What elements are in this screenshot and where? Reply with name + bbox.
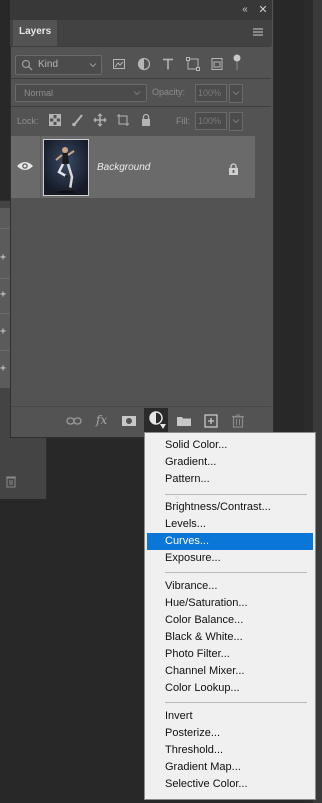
opacity-field[interactable]: 100% [195,84,227,102]
divider [11,78,271,79]
opacity-value: 100% [198,88,222,98]
menu-separator [165,494,307,495]
divider [11,46,271,47]
menu-item-exposure[interactable]: Exposure... [147,550,313,567]
panel-menu-icon[interactable] [252,26,264,38]
filter-smart-object-icon[interactable] [210,57,224,71]
background-panel-row-icon: + [0,327,7,337]
background-panel-divider [0,350,10,351]
filter-toggle-icon[interactable] [232,54,242,72]
filter-kind-select[interactable]: Kind [15,55,102,75]
menu-item-curves[interactable]: Curves... [147,533,313,550]
background-panel-row-icon: + [0,253,7,263]
chevron-down-icon [232,119,240,124]
menu-item-channel-mixer[interactable]: Channel Mixer... [147,663,313,680]
blend-mode-select[interactable]: Normal [15,84,147,102]
filter-shape-icon[interactable] [186,57,200,71]
chevron-down-icon [160,424,166,429]
panel-titlebar[interactable] [10,0,272,20]
lock-image-pixels-icon[interactable] [71,113,85,127]
fx-icon[interactable]: fx [96,412,107,428]
menu-item-gradient-map[interactable]: Gradient Map... [147,759,313,776]
menu-item-solid-color[interactable]: Solid Color... [147,437,313,454]
fill-field[interactable]: 100% [195,112,227,130]
fill-value: 100% [198,116,222,126]
mask-icon[interactable] [121,413,137,429]
lock-transparent-pixels-icon[interactable] [48,113,62,127]
lock-label: Lock: [17,116,39,126]
lock-all-icon[interactable] [139,113,153,127]
menu-item-black-white[interactable]: Black & White... [147,629,313,646]
menu-separator [165,572,307,573]
link-icon[interactable] [66,413,82,429]
new-layer-icon[interactable] [203,413,219,429]
menu-item-gradient[interactable]: Gradient... [147,454,313,471]
filter-kind-label: Kind [38,59,59,70]
lock-position-icon[interactable] [93,113,107,127]
menu-item-posterize[interactable]: Posterize... [147,725,313,742]
menu-item-color-lookup[interactable]: Color Lookup... [147,680,313,697]
chevron-down-icon [89,63,97,68]
athlete-thumbnail-image [44,140,88,195]
menu-item-photo-filter[interactable]: Photo Filter... [147,646,313,663]
adjustment-layer-menu: Solid Color... Gradient... Pattern... Br… [144,432,316,800]
close-panel-icon[interactable]: ✕ [256,3,270,17]
menu-item-color-balance[interactable]: Color Balance... [147,612,313,629]
chevron-down-icon [232,91,240,96]
menu-item-threshold[interactable]: Threshold... [147,742,313,759]
trash-icon[interactable] [4,474,18,488]
opacity-label: Opacity: [152,87,186,97]
menu-separator [165,702,307,703]
layer-thumbnail[interactable] [43,139,89,196]
background-panel-divider [0,228,10,229]
lock-icon [229,163,238,175]
trash-icon[interactable] [230,413,246,429]
menu-item-pattern[interactable]: Pattern... [147,471,313,488]
menu-item-invert[interactable]: Invert [147,708,313,725]
fill-slider-button[interactable] [229,112,243,131]
eye-icon[interactable] [16,160,34,172]
layer-name[interactable]: Background [97,162,150,174]
blend-mode-value: Normal [24,88,54,98]
menu-item-selective-color[interactable]: Selective Color... [147,776,313,793]
chevron-down-icon [133,91,141,96]
background-panel-divider [0,313,10,314]
background-panel-divider [0,278,10,279]
filter-pixel-icon[interactable] [112,57,126,71]
fill-label: Fill: [176,116,190,126]
folder-icon[interactable] [176,413,192,429]
menu-item-levels[interactable]: Levels... [147,516,313,533]
menu-item-hue-saturation[interactable]: Hue/Saturation... [147,595,313,612]
background-panel-row-icon: + [0,290,7,300]
opacity-slider-button[interactable] [229,84,243,103]
tab-layers[interactable]: Layers [13,20,57,46]
filter-type-icon[interactable] [161,57,175,71]
menu-item-vibrance[interactable]: Vibrance... [147,578,313,595]
filter-adjustment-icon[interactable] [137,57,151,71]
divider [11,106,271,107]
layers-scroll-area[interactable] [255,136,269,406]
visibility-column-divider [40,136,41,198]
background-panel-row-icon: + [0,364,7,374]
collapse-panel-icon[interactable]: « [238,3,252,17]
search-icon [21,59,33,71]
menu-item-brightness-contrast[interactable]: Brightness/Contrast... [147,499,313,516]
lock-artboard-icon[interactable] [116,113,130,127]
